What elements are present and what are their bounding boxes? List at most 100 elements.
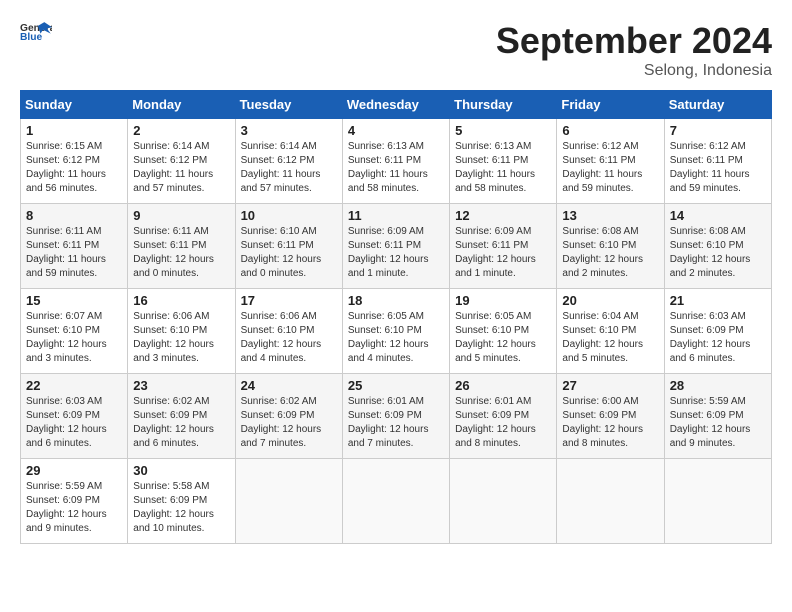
day-info: Sunrise: 5:58 AM Sunset: 6:09 PM Dayligh… [133,480,229,536]
calendar-week-row: 22 Sunrise: 6:03 AM Sunset: 6:09 PM Dayl… [21,374,772,459]
day-number: 19 [455,293,551,308]
day-info: Sunrise: 6:14 AM Sunset: 6:12 PM Dayligh… [133,140,229,196]
table-row: 21 Sunrise: 6:03 AM Sunset: 6:09 PM Dayl… [664,289,771,374]
day-info: Sunrise: 6:05 AM Sunset: 6:10 PM Dayligh… [455,310,551,366]
col-monday: Monday [128,91,235,119]
day-number: 30 [133,463,229,478]
col-thursday: Thursday [450,91,557,119]
table-row [557,459,664,544]
day-number: 13 [562,208,658,223]
day-info: Sunrise: 6:11 AM Sunset: 6:11 PM Dayligh… [26,225,122,281]
day-number: 12 [455,208,551,223]
table-row: 11 Sunrise: 6:09 AM Sunset: 6:11 PM Dayl… [342,204,449,289]
table-row: 23 Sunrise: 6:02 AM Sunset: 6:09 PM Dayl… [128,374,235,459]
day-info: Sunrise: 6:03 AM Sunset: 6:09 PM Dayligh… [670,310,766,366]
day-info: Sunrise: 6:09 AM Sunset: 6:11 PM Dayligh… [455,225,551,281]
table-row [342,459,449,544]
day-info: Sunrise: 6:13 AM Sunset: 6:11 PM Dayligh… [455,140,551,196]
table-row: 22 Sunrise: 6:03 AM Sunset: 6:09 PM Dayl… [21,374,128,459]
day-number: 24 [241,378,337,393]
day-number: 25 [348,378,444,393]
day-number: 5 [455,123,551,138]
table-row: 26 Sunrise: 6:01 AM Sunset: 6:09 PM Dayl… [450,374,557,459]
table-row: 29 Sunrise: 5:59 AM Sunset: 6:09 PM Dayl… [21,459,128,544]
day-info: Sunrise: 6:09 AM Sunset: 6:11 PM Dayligh… [348,225,444,281]
day-info: Sunrise: 5:59 AM Sunset: 6:09 PM Dayligh… [670,395,766,451]
month-title: September 2024 [496,20,772,62]
day-number: 14 [670,208,766,223]
table-row: 30 Sunrise: 5:58 AM Sunset: 6:09 PM Dayl… [128,459,235,544]
day-number: 21 [670,293,766,308]
day-number: 23 [133,378,229,393]
calendar-header-row: Sunday Monday Tuesday Wednesday Thursday… [21,91,772,119]
day-number: 16 [133,293,229,308]
table-row: 19 Sunrise: 6:05 AM Sunset: 6:10 PM Dayl… [450,289,557,374]
day-info: Sunrise: 6:13 AM Sunset: 6:11 PM Dayligh… [348,140,444,196]
table-row [450,459,557,544]
page-header: General Blue September 2024 Selong, Indo… [20,20,772,80]
table-row: 27 Sunrise: 6:00 AM Sunset: 6:09 PM Dayl… [557,374,664,459]
day-number: 1 [26,123,122,138]
logo: General Blue [20,20,52,44]
day-info: Sunrise: 6:02 AM Sunset: 6:09 PM Dayligh… [241,395,337,451]
day-info: Sunrise: 6:06 AM Sunset: 6:10 PM Dayligh… [133,310,229,366]
day-info: Sunrise: 6:05 AM Sunset: 6:10 PM Dayligh… [348,310,444,366]
calendar-week-row: 8 Sunrise: 6:11 AM Sunset: 6:11 PM Dayli… [21,204,772,289]
col-sunday: Sunday [21,91,128,119]
table-row: 24 Sunrise: 6:02 AM Sunset: 6:09 PM Dayl… [235,374,342,459]
day-info: Sunrise: 6:12 AM Sunset: 6:11 PM Dayligh… [670,140,766,196]
day-info: Sunrise: 6:04 AM Sunset: 6:10 PM Dayligh… [562,310,658,366]
col-friday: Friday [557,91,664,119]
day-number: 18 [348,293,444,308]
table-row: 18 Sunrise: 6:05 AM Sunset: 6:10 PM Dayl… [342,289,449,374]
day-info: Sunrise: 6:02 AM Sunset: 6:09 PM Dayligh… [133,395,229,451]
day-number: 11 [348,208,444,223]
col-wednesday: Wednesday [342,91,449,119]
day-info: Sunrise: 6:01 AM Sunset: 6:09 PM Dayligh… [348,395,444,451]
day-number: 10 [241,208,337,223]
day-number: 29 [26,463,122,478]
day-number: 17 [241,293,337,308]
table-row: 20 Sunrise: 6:04 AM Sunset: 6:10 PM Dayl… [557,289,664,374]
col-tuesday: Tuesday [235,91,342,119]
table-row: 16 Sunrise: 6:06 AM Sunset: 6:10 PM Dayl… [128,289,235,374]
day-number: 27 [562,378,658,393]
table-row: 14 Sunrise: 6:08 AM Sunset: 6:10 PM Dayl… [664,204,771,289]
day-number: 7 [670,123,766,138]
calendar-week-row: 29 Sunrise: 5:59 AM Sunset: 6:09 PM Dayl… [21,459,772,544]
calendar-table: Sunday Monday Tuesday Wednesday Thursday… [20,90,772,544]
table-row: 3 Sunrise: 6:14 AM Sunset: 6:12 PM Dayli… [235,119,342,204]
day-info: Sunrise: 6:07 AM Sunset: 6:10 PM Dayligh… [26,310,122,366]
day-info: Sunrise: 6:11 AM Sunset: 6:11 PM Dayligh… [133,225,229,281]
day-number: 26 [455,378,551,393]
day-number: 6 [562,123,658,138]
day-number: 9 [133,208,229,223]
table-row: 8 Sunrise: 6:11 AM Sunset: 6:11 PM Dayli… [21,204,128,289]
day-info: Sunrise: 5:59 AM Sunset: 6:09 PM Dayligh… [26,480,122,536]
table-row: 10 Sunrise: 6:10 AM Sunset: 6:11 PM Dayl… [235,204,342,289]
day-number: 3 [241,123,337,138]
day-number: 22 [26,378,122,393]
day-info: Sunrise: 6:03 AM Sunset: 6:09 PM Dayligh… [26,395,122,451]
day-info: Sunrise: 6:08 AM Sunset: 6:10 PM Dayligh… [670,225,766,281]
table-row: 2 Sunrise: 6:14 AM Sunset: 6:12 PM Dayli… [128,119,235,204]
logo-icon: General Blue [20,20,52,44]
table-row: 25 Sunrise: 6:01 AM Sunset: 6:09 PM Dayl… [342,374,449,459]
calendar-week-row: 1 Sunrise: 6:15 AM Sunset: 6:12 PM Dayli… [21,119,772,204]
table-row: 9 Sunrise: 6:11 AM Sunset: 6:11 PM Dayli… [128,204,235,289]
table-row: 6 Sunrise: 6:12 AM Sunset: 6:11 PM Dayli… [557,119,664,204]
day-info: Sunrise: 6:15 AM Sunset: 6:12 PM Dayligh… [26,140,122,196]
title-area: September 2024 Selong, Indonesia [496,20,772,80]
day-info: Sunrise: 6:06 AM Sunset: 6:10 PM Dayligh… [241,310,337,366]
day-number: 2 [133,123,229,138]
day-number: 20 [562,293,658,308]
table-row [235,459,342,544]
col-saturday: Saturday [664,91,771,119]
table-row: 7 Sunrise: 6:12 AM Sunset: 6:11 PM Dayli… [664,119,771,204]
day-info: Sunrise: 6:14 AM Sunset: 6:12 PM Dayligh… [241,140,337,196]
day-number: 4 [348,123,444,138]
table-row: 15 Sunrise: 6:07 AM Sunset: 6:10 PM Dayl… [21,289,128,374]
table-row: 1 Sunrise: 6:15 AM Sunset: 6:12 PM Dayli… [21,119,128,204]
day-info: Sunrise: 6:08 AM Sunset: 6:10 PM Dayligh… [562,225,658,281]
day-info: Sunrise: 6:10 AM Sunset: 6:11 PM Dayligh… [241,225,337,281]
